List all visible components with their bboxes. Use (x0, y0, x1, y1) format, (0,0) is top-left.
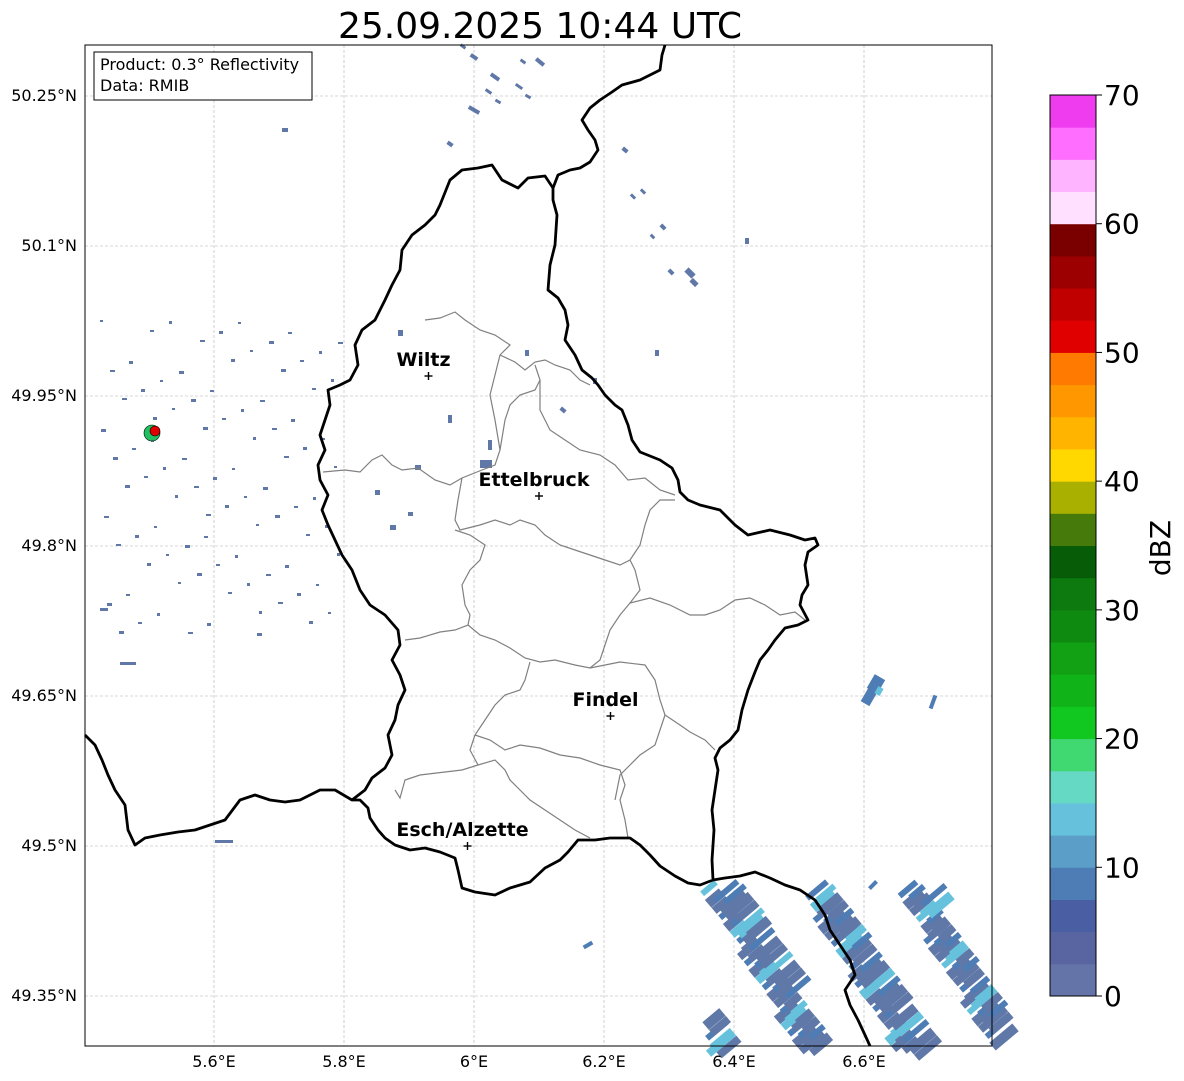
colorbar-segment (1050, 577, 1096, 611)
colorbar-segment (1050, 127, 1096, 160)
radar-site-marker (149, 425, 161, 437)
colorbar-segment (1050, 802, 1096, 836)
colorbar-tick-label: 70 (1104, 79, 1140, 112)
colorbar-segment (1050, 255, 1096, 289)
colorbar-segment (1050, 545, 1096, 579)
lat-tick-label: 50.25°N (11, 86, 77, 105)
lat-tick-label: 49.5°N (21, 836, 77, 855)
map-panel: Wiltz Ettelbruck Findel Esch/Alzette Produc… (84, 43, 1019, 1061)
colorbar-segment (1050, 448, 1096, 482)
colorbar-tick-label: 0 (1104, 980, 1122, 1013)
colorbar-segment (1050, 191, 1096, 225)
colorbar-segment (1050, 867, 1096, 900)
colorbar-label: dBZ (1144, 520, 1177, 576)
colorbar-segment (1050, 95, 1096, 128)
colorbar-segment (1050, 513, 1096, 546)
colorbar-segment (1050, 931, 1096, 965)
colorbar-segment (1050, 738, 1096, 772)
latitude-labels: 50.25°N 50.1°N 49.95°N 49.8°N 49.65°N 49.5°N 4… (11, 86, 77, 1005)
colorbar-segment (1050, 159, 1096, 193)
colorbar-segment (1050, 674, 1096, 707)
lat-tick-label: 49.95°N (11, 386, 77, 405)
city-label: Esch/Alzette (396, 819, 528, 841)
colorbar-segment (1050, 899, 1096, 933)
colorbar-segment (1050, 352, 1096, 386)
lon-tick-label: 5.8°E (322, 1052, 366, 1071)
colorbar-segment (1050, 609, 1096, 643)
info-box: Product: 0.3° Reflectivity Data: RMIB (93, 51, 313, 101)
lon-tick-label: 6.4°E (712, 1052, 756, 1071)
colorbar-tick-label: 50 (1104, 336, 1140, 369)
colorbar-tick-label: 30 (1104, 594, 1140, 627)
colorbar-tick-label: 10 (1104, 851, 1140, 884)
colorbar-segment (1050, 288, 1096, 321)
lat-tick-label: 49.65°N (11, 686, 77, 705)
longitude-labels: 5.6°E 5.8°E 6°E 6.2°E 6.4°E 6.6°E (192, 1052, 886, 1071)
map-title: 25.09.2025 10:44 UTC (338, 6, 742, 47)
colorbar-segment (1050, 642, 1096, 675)
city-label: Findel (572, 689, 638, 711)
city-label: Wiltz (396, 349, 450, 371)
colorbar-tick-label: 40 (1104, 465, 1140, 498)
colorbar-tick-label: 20 (1104, 723, 1140, 756)
lat-tick-label: 49.35°N (11, 986, 77, 1005)
colorbar-segment (1050, 963, 1096, 997)
colorbar-segment (1050, 706, 1096, 740)
colorbar-segment (1050, 320, 1096, 353)
lon-tick-label: 6°E (460, 1052, 488, 1071)
colorbar-segment (1050, 481, 1096, 514)
colorbar-tick-label: 60 (1104, 208, 1140, 241)
city-label: Ettelbruck (479, 469, 590, 491)
lat-tick-label: 50.1°N (21, 236, 77, 255)
radar-figure: 25.09.2025 10:44 UTC WiltzEttelbruckFind… (11, 6, 1177, 1071)
info-data-source: Data: RMIB (100, 76, 189, 95)
colorbar-segment (1050, 384, 1096, 418)
lon-tick-label: 6.2°E (582, 1052, 626, 1071)
colorbar-segment (1050, 416, 1096, 450)
lat-tick-label: 49.8°N (21, 536, 77, 555)
info-product: Product: 0.3° Reflectivity (100, 55, 299, 74)
colorbar-segment (1050, 835, 1096, 868)
colorbar: 70 60 50 40 30 20 10 0 (1049, 79, 1140, 1013)
lon-tick-label: 6.6°E (842, 1052, 886, 1071)
lon-tick-label: 5.6°E (192, 1052, 236, 1071)
colorbar-segment (1050, 223, 1096, 257)
colorbar-segment (1050, 770, 1096, 804)
